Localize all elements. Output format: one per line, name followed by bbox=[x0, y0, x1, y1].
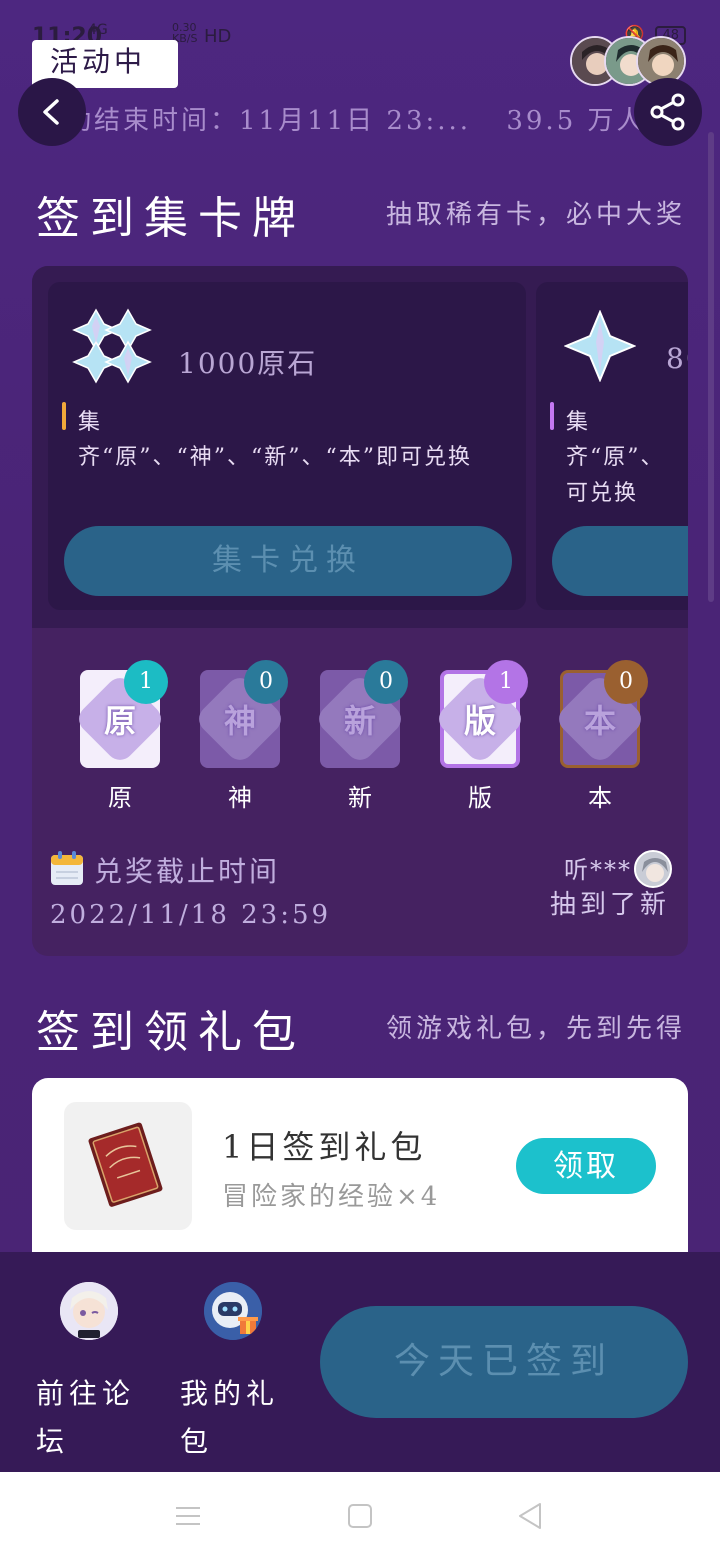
gift-thumbnail bbox=[64, 1102, 192, 1230]
deadline-value: 2022/11/18 23:59 bbox=[50, 900, 332, 930]
rule-title: 集 bbox=[78, 410, 101, 435]
reward-card: 1000原石 集 齐“原”、“神”、“新”、“本”即可兑换 集卡兑换 bbox=[48, 282, 526, 610]
winner-text: 抽到了新 bbox=[549, 890, 670, 920]
card-item-shen[interactable]: 神 0 神 bbox=[192, 656, 292, 816]
card-label: 原 bbox=[108, 784, 132, 812]
card-count-badge: 0 bbox=[244, 660, 288, 704]
reward-name: 1000原石 bbox=[178, 347, 318, 380]
scrollbar[interactable] bbox=[708, 132, 714, 602]
gift-card: 1日签到礼包 冒险家的经验×4 领取 bbox=[32, 1078, 688, 1278]
card-section-subtitle: 抽取稀有卡，必中大奖 bbox=[385, 200, 686, 230]
system-navigation-bar bbox=[0, 1472, 720, 1560]
forum-label: 前往论坛 bbox=[36, 1377, 136, 1458]
card-label: 版 bbox=[468, 784, 492, 812]
forum-app-icon bbox=[60, 1282, 118, 1340]
back-button[interactable] bbox=[18, 78, 86, 146]
reward-card: 80 集 齐“原”、 可兑换 bbox=[536, 282, 688, 610]
card-section-title: 签到集卡牌 bbox=[36, 193, 306, 244]
winner-avatar bbox=[634, 850, 672, 888]
card-label: 本 bbox=[588, 784, 612, 812]
reward-carousel[interactable]: 1000原石 集 齐“原”、“神”、“新”、“本”即可兑换 集卡兑换 80 集 … bbox=[32, 266, 688, 628]
card-item-yuan[interactable]: 原 1 原 bbox=[72, 656, 172, 816]
hd-indicator: HD bbox=[204, 26, 232, 47]
gift-section-title: 签到领礼包 bbox=[36, 1007, 306, 1058]
menu-icon[interactable] bbox=[172, 1500, 204, 1532]
deadline-label: 兑奖截止时间 bbox=[94, 855, 281, 888]
gift-description: 冒险家的经验×4 bbox=[222, 1182, 441, 1212]
card-count-badge: 1 bbox=[124, 660, 168, 704]
gift-title: 1日签到礼包 bbox=[222, 1128, 427, 1166]
book-icon bbox=[88, 1122, 163, 1207]
exchange-button[interactable] bbox=[552, 526, 688, 596]
card-item-xin[interactable]: 新 0 新 bbox=[312, 656, 412, 816]
rule-text: 齐“原”、 可兑换 bbox=[566, 445, 665, 506]
reward-name: 80 bbox=[666, 342, 688, 375]
rule-text: 齐“原”、“神”、“新”、“本”即可兑换 bbox=[78, 445, 472, 470]
gift-robot-icon bbox=[204, 1282, 262, 1340]
back-nav-icon[interactable] bbox=[514, 1500, 546, 1532]
bottom-action-bar: 前往论坛 我的礼包 今天已签到 bbox=[0, 1252, 720, 1472]
share-button[interactable] bbox=[634, 78, 702, 146]
card-count-badge: 0 bbox=[604, 660, 648, 704]
my-gifts-label: 我的礼包 bbox=[180, 1377, 280, 1458]
rule-accent-bar bbox=[62, 402, 66, 430]
card-count-badge: 0 bbox=[364, 660, 408, 704]
card-count-badge: 1 bbox=[484, 660, 528, 704]
share-icon bbox=[650, 93, 685, 131]
signed-in-button[interactable]: 今天已签到 bbox=[320, 1306, 688, 1418]
collected-cards-row: 原 1 原 神 0 神 新 0 新 版 1 版 本 0 本 bbox=[32, 656, 688, 816]
exchange-button[interactable]: 集卡兑换 bbox=[64, 526, 512, 596]
card-item-ban[interactable]: 版 1 版 bbox=[432, 656, 532, 816]
home-icon[interactable] bbox=[344, 1500, 376, 1532]
winner-name: 听*** bbox=[564, 856, 632, 884]
claim-button[interactable]: 领取 bbox=[516, 1138, 656, 1194]
primogem-icon bbox=[564, 310, 636, 382]
calendar-icon bbox=[51, 851, 83, 885]
activity-info-line: 活动结束时间：11月11日 23:... 39.5 万人参与 bbox=[36, 100, 656, 140]
card-item-ben[interactable]: 本 0 本 bbox=[552, 656, 652, 816]
card-collection-panel: 1000原石 集 齐“原”、“神”、“新”、“本”即可兑换 集卡兑换 80 集 … bbox=[32, 266, 688, 956]
primogem-stack-icon bbox=[72, 308, 152, 384]
chevron-left-icon bbox=[43, 99, 59, 125]
signal-icon: 4G bbox=[88, 22, 108, 38]
card-label: 神 bbox=[228, 784, 252, 812]
gift-section-subtitle: 领游戏礼包，先到先得 bbox=[385, 1014, 686, 1044]
card-label: 新 bbox=[348, 784, 372, 812]
rule-title: 集 bbox=[566, 410, 589, 435]
activity-end-time: 活动结束时间：11月11日 23:... bbox=[36, 106, 472, 136]
rule-accent-bar bbox=[550, 402, 554, 430]
